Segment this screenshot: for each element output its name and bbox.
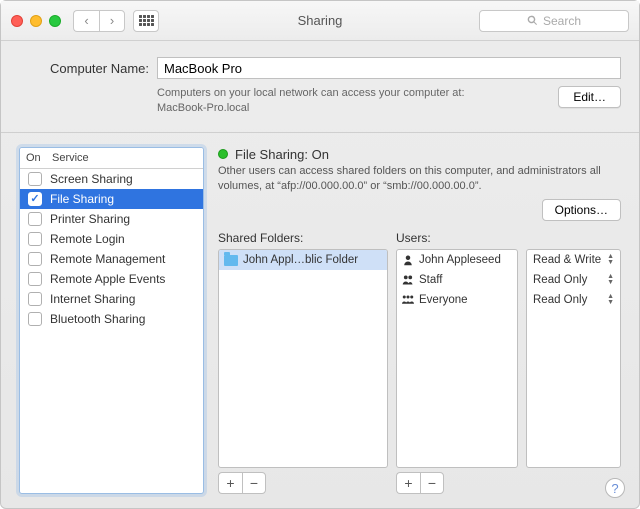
permissions-list[interactable]: Read & Write ▲▼ Read Only ▲▼ Read Only ▲▼ (526, 249, 621, 468)
permission-row[interactable]: Read Only ▲▼ (527, 290, 620, 310)
service-row[interactable]: Remote Login (20, 229, 203, 249)
remove-user-button[interactable]: − (420, 472, 444, 494)
options-button[interactable]: Options… (542, 199, 621, 221)
permissions-col: Read & Write ▲▼ Read Only ▲▼ Read Only ▲▼ (526, 231, 621, 494)
service-row[interactable]: Remote Apple Events (20, 269, 203, 289)
service-label: Screen Sharing (50, 172, 133, 186)
service-row[interactable]: Printer Sharing (20, 209, 203, 229)
permission-stepper[interactable]: ▲▼ (607, 254, 614, 266)
services-col-on: On (26, 152, 52, 164)
service-checkbox[interactable] (28, 312, 42, 326)
status-on-icon (218, 149, 228, 159)
service-checkbox[interactable] (28, 292, 42, 306)
computer-name-label: Computer Name: (39, 61, 149, 76)
permission-stepper[interactable]: ▲▼ (607, 274, 614, 286)
user-row[interactable]: Staff (397, 270, 517, 290)
permission-label: Read Only (533, 294, 587, 306)
user-row[interactable]: John Appleseed (397, 250, 517, 270)
service-row[interactable]: Bluetooth Sharing (20, 309, 203, 329)
titlebar: ‹ › Sharing Search (1, 1, 639, 41)
crowd-icon (402, 294, 414, 306)
service-checkbox[interactable] (28, 172, 42, 186)
status-line: File Sharing: On (218, 147, 621, 162)
group-icon (402, 274, 414, 286)
service-row[interactable]: Internet Sharing (20, 289, 203, 309)
service-checkbox[interactable] (28, 192, 42, 206)
users-col: Users: John Appleseed Staff Everyone + − (396, 231, 518, 494)
computer-name-row: Computer Name: (39, 57, 621, 79)
add-user-button[interactable]: + (396, 472, 420, 494)
service-checkbox[interactable] (28, 252, 42, 266)
shared-folders-list[interactable]: John Appl…blic Folder (218, 249, 388, 468)
services-col-service: Service (52, 152, 89, 164)
shared-folders-col: Shared Folders: John Appl…blic Folder + … (218, 231, 388, 494)
shared-folders-header: Shared Folders: (218, 231, 388, 245)
users-header: Users: (396, 231, 518, 245)
folder-icon (224, 255, 238, 266)
folder-row[interactable]: John Appl…blic Folder (219, 250, 387, 270)
computer-name-hint-row: Computers on your local network can acce… (157, 86, 621, 116)
service-checkbox[interactable] (28, 272, 42, 286)
right-pane: File Sharing: On Other users can access … (218, 147, 621, 494)
main-area: On Service Screen Sharing File Sharing Pri… (19, 147, 621, 494)
permission-label: Read & Write (533, 254, 601, 266)
service-label: Remote Login (50, 232, 125, 246)
remove-folder-button[interactable]: − (242, 472, 266, 494)
service-checkbox[interactable] (28, 212, 42, 226)
services-list[interactable]: On Service Screen Sharing File Sharing Pri… (19, 147, 204, 494)
user-label: John Appleseed (419, 254, 501, 266)
services-header: On Service (20, 148, 203, 169)
columns: Shared Folders: John Appl…blic Folder + … (218, 231, 621, 494)
service-row[interactable]: Screen Sharing (20, 169, 203, 189)
service-label: Bluetooth Sharing (50, 312, 145, 326)
service-label: Remote Management (50, 252, 165, 266)
sharing-window: ‹ › Sharing Search Computer Name: Comput… (0, 0, 640, 509)
status-description: Other users can access shared folders on… (218, 164, 621, 194)
edit-button[interactable]: Edit… (558, 86, 621, 108)
service-checkbox[interactable] (28, 232, 42, 246)
user-label: Everyone (419, 294, 468, 306)
user-row[interactable]: Everyone (397, 290, 517, 310)
permission-label: Read Only (533, 274, 587, 286)
permission-row[interactable]: Read Only ▲▼ (527, 270, 620, 290)
computer-name-input[interactable] (157, 57, 621, 79)
computer-name-hint: Computers on your local network can acce… (157, 86, 548, 116)
add-folder-button[interactable]: + (218, 472, 242, 494)
divider (1, 132, 639, 133)
person-icon (402, 254, 414, 266)
service-label: Internet Sharing (50, 292, 135, 306)
service-row[interactable]: File Sharing (20, 189, 203, 209)
service-row[interactable]: Remote Management (20, 249, 203, 269)
content: Computer Name: Computers on your local n… (1, 41, 639, 508)
users-list[interactable]: John Appleseed Staff Everyone (396, 249, 518, 468)
permission-stepper[interactable]: ▲▼ (607, 294, 614, 306)
user-label: Staff (419, 274, 442, 286)
folder-label: John Appl…blic Folder (243, 254, 358, 266)
help-button[interactable]: ? (605, 478, 625, 498)
service-label: File Sharing (50, 192, 114, 206)
permission-row[interactable]: Read & Write ▲▼ (527, 250, 620, 270)
status-title: File Sharing: On (235, 147, 329, 162)
window-title: Sharing (1, 13, 639, 28)
service-label: Printer Sharing (50, 212, 130, 226)
service-label: Remote Apple Events (50, 272, 165, 286)
